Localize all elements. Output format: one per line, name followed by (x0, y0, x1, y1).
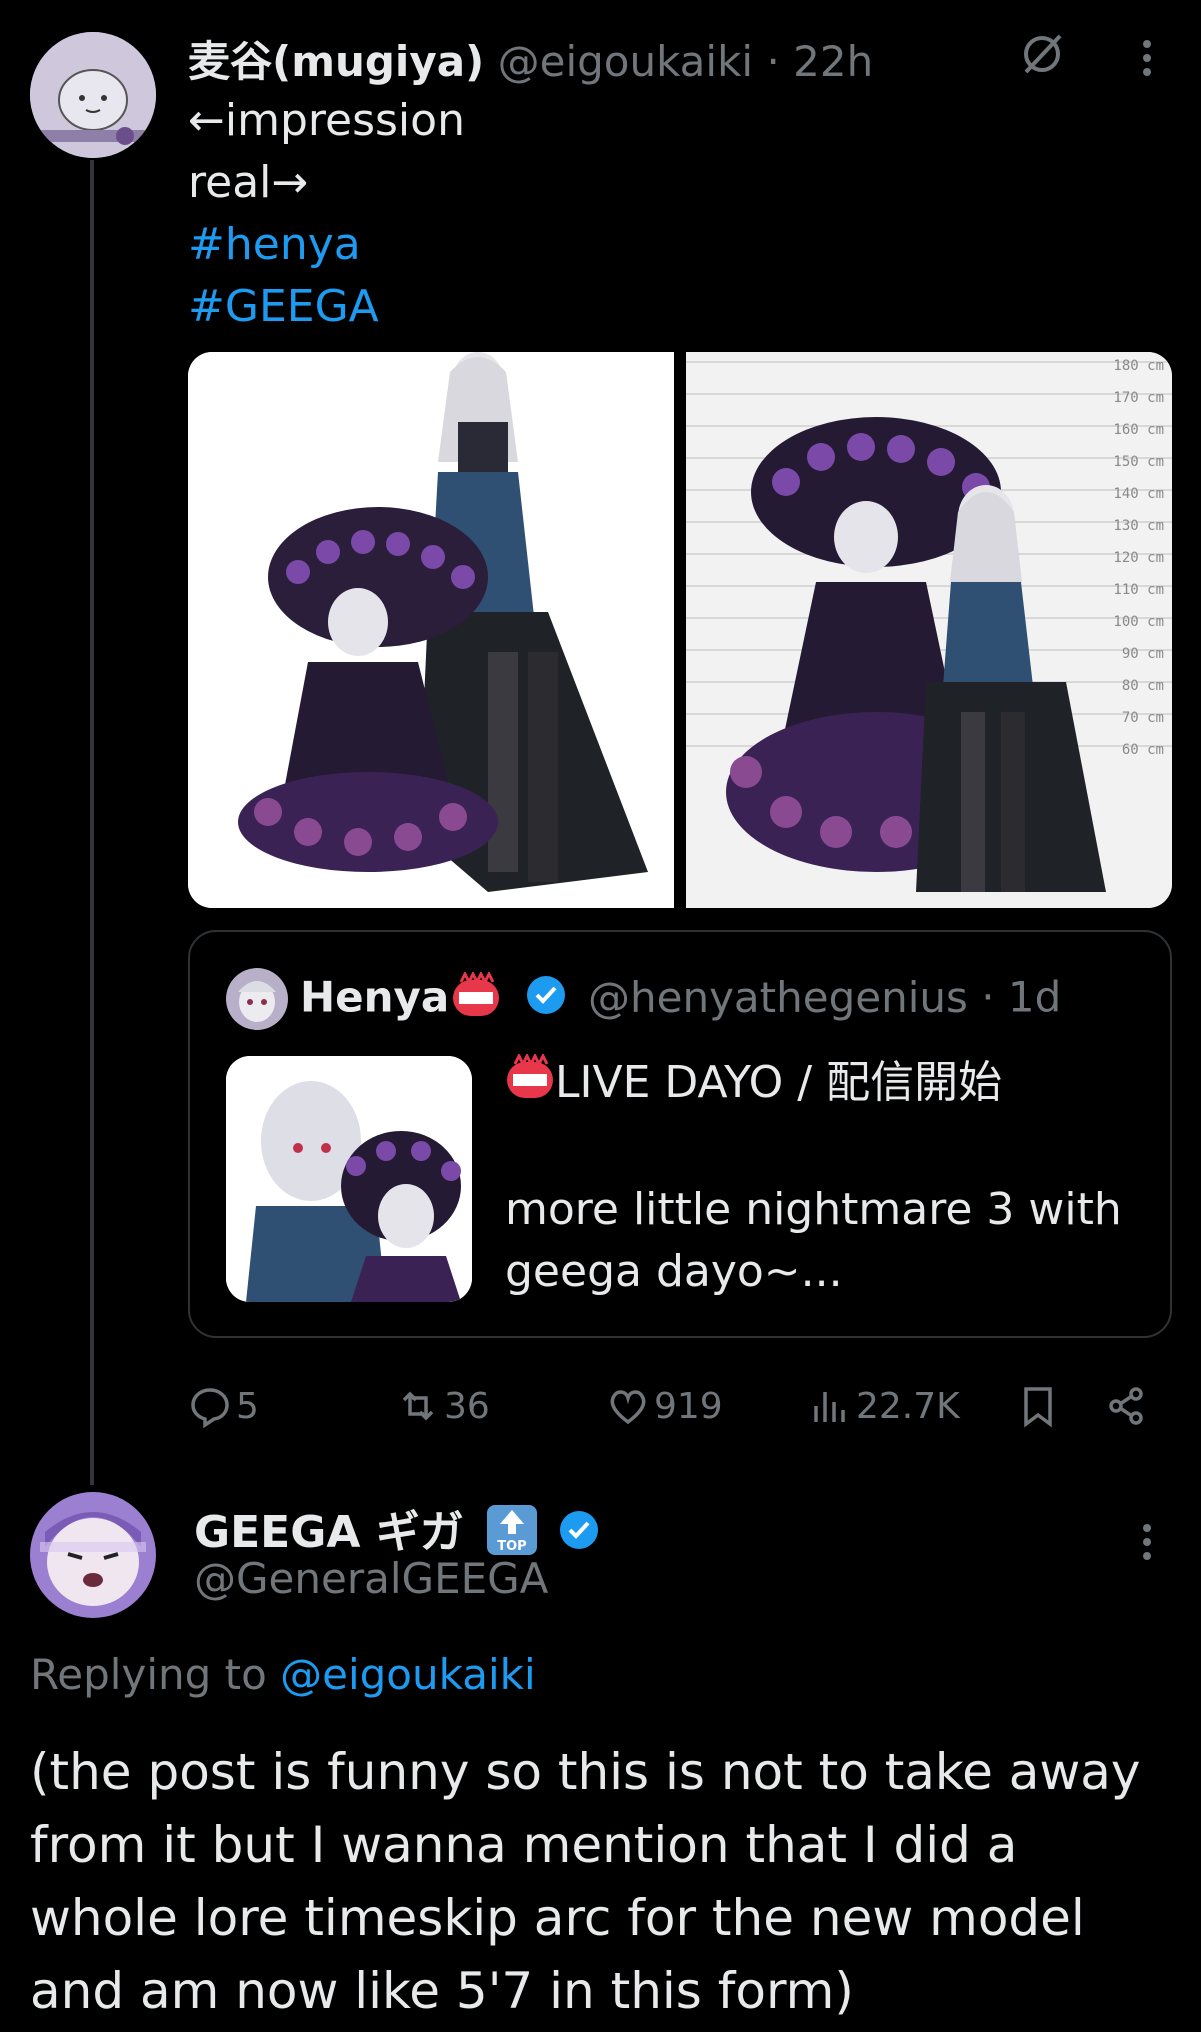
author-handle[interactable]: @eigoukaiki (498, 37, 753, 86)
share-button[interactable] (1104, 1378, 1148, 1434)
quoted-author-avatar[interactable] (226, 968, 288, 1030)
reply-author-avatar[interactable] (30, 1492, 156, 1618)
more-options-icon[interactable] (1132, 34, 1162, 82)
views-action[interactable]: 22.7K (808, 1378, 960, 1434)
author-name[interactable]: 麦谷(mugiya) (188, 37, 484, 86)
post-header: 麦谷(mugiya) @eigoukaiki · 22h (188, 28, 873, 89)
hashtag-link[interactable]: #henya (188, 214, 465, 276)
height-scale-label: 90 cm (1122, 646, 1164, 662)
post-image-real[interactable]: 180 cm 170 cm 160 cm 150 cm 140 cm 130 cm 120 … (686, 352, 1172, 908)
views-count: 22.7K (856, 1385, 960, 1427)
grok-icon[interactable] (1018, 30, 1066, 78)
hashtag-link[interactable]: #GEEGA (188, 276, 465, 338)
reply-action[interactable]: 5 (188, 1378, 259, 1434)
quoted-author-handle[interactable]: @henyathegenius (588, 973, 968, 1022)
post-image-impression[interactable] (188, 352, 674, 908)
height-scale-label: 150 cm (1113, 454, 1164, 470)
replying-to-line: Replying to @eigoukaiki (30, 1650, 536, 1699)
quoted-thumbnail[interactable] (226, 1056, 472, 1302)
quoted-post-time[interactable]: · 1d (981, 973, 1061, 1022)
quoted-author-name[interactable]: Henya (300, 973, 449, 1022)
author-avatar[interactable] (30, 32, 156, 158)
post-line: ←impression (188, 95, 465, 146)
reply-author-handle[interactable]: @GeneralGEEGA (194, 1554, 548, 1603)
share-icon (1109, 1387, 1143, 1425)
height-scale-label: 70 cm (1122, 710, 1164, 726)
quoted-line-1: LIVE DAYO / 配信開始 (555, 1057, 1003, 1108)
quoted-post-text: LIVE DAYO / 配信開始 more little nightmare 3… (505, 1052, 1145, 1303)
live-badge-icon (451, 970, 501, 1028)
thread-connector (90, 160, 94, 1485)
height-scale-label: 140 cm (1113, 486, 1164, 502)
height-scale-label: 120 cm (1113, 550, 1164, 566)
reply-icon (191, 1388, 229, 1428)
verified-badge-icon (558, 1509, 600, 1562)
repost-icon (402, 1391, 434, 1421)
svg-text:TOP: TOP (497, 1539, 526, 1554)
post-text: ←impression real→ #henya #GEEGA (188, 90, 465, 338)
reply-text: (the post is funny so this is not to tak… (30, 1743, 1141, 2020)
heart-icon (610, 1390, 646, 1425)
more-options-icon[interactable] (1132, 1518, 1162, 1566)
height-scale-label: 60 cm (1122, 742, 1164, 758)
verified-badge-icon (525, 974, 567, 1026)
quoted-post-header: Henya @henyathegenius · 1d (300, 970, 1061, 1028)
repost-action[interactable]: 36 (396, 1378, 490, 1434)
replying-to-label: Replying to (30, 1650, 281, 1699)
height-scale-label: 110 cm (1113, 582, 1164, 598)
live-badge-icon (505, 1052, 555, 1117)
quoted-line-2: more little nightmare 3 with geega dayo~… (505, 1183, 1122, 1297)
reply-count: 5 (236, 1385, 259, 1427)
like-action[interactable]: 919 (606, 1378, 723, 1434)
reply-author-name[interactable]: GEEGA ギガ (194, 1507, 464, 1558)
height-scale-label: 80 cm (1122, 678, 1164, 694)
height-scale-label: 170 cm (1113, 390, 1164, 406)
views-icon (814, 1392, 845, 1422)
replying-to-link[interactable]: @eigoukaiki (280, 1650, 535, 1699)
height-scale-label: 180 cm (1113, 358, 1164, 374)
like-count: 919 (654, 1385, 723, 1427)
repost-count: 36 (444, 1385, 490, 1427)
post-line: real→ (188, 157, 309, 208)
bookmark-icon (1024, 1387, 1052, 1428)
height-scale-label: 100 cm (1113, 614, 1164, 630)
bookmark-button[interactable] (1016, 1378, 1060, 1434)
height-scale-label: 160 cm (1113, 422, 1164, 438)
height-scale-label: 130 cm (1113, 518, 1164, 534)
post-time[interactable]: · 22h (766, 37, 873, 86)
